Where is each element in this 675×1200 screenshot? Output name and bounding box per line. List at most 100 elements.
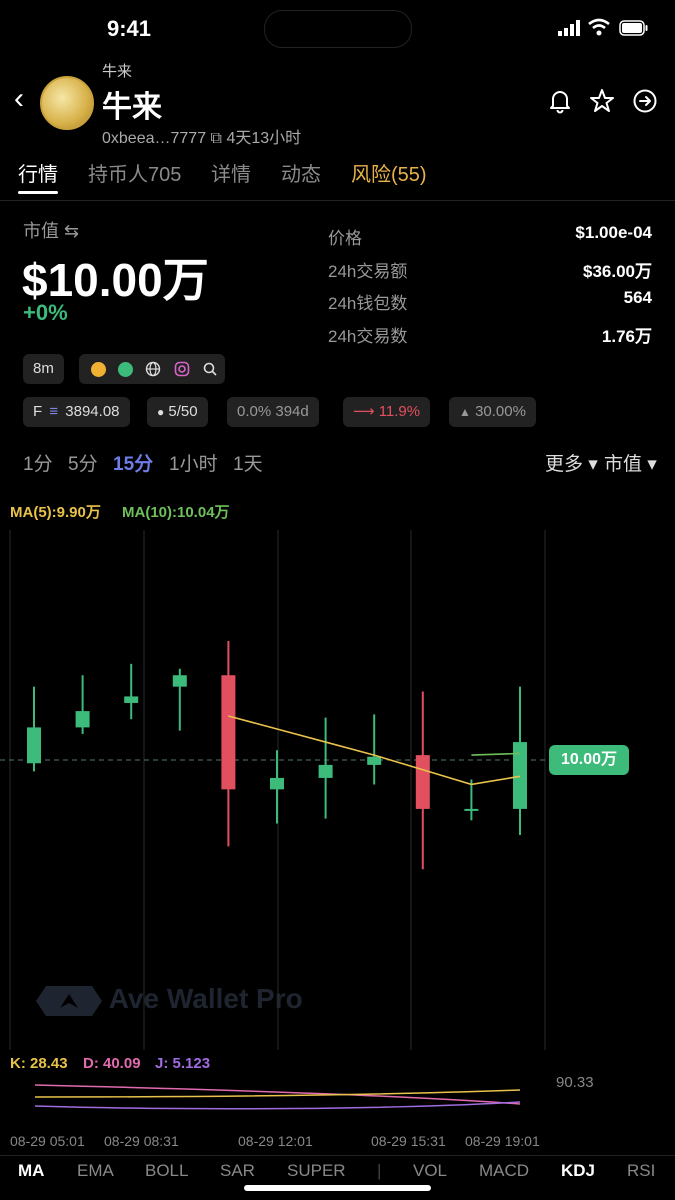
- stat-wallets-label: 24h钱包数: [328, 294, 408, 313]
- time-tick: 08-29 12:01: [238, 1133, 313, 1149]
- candle-body: [270, 777, 284, 790]
- holders-chip: ● 5/50: [147, 397, 208, 427]
- candle-body: [221, 675, 236, 790]
- token-avatar: [40, 76, 94, 130]
- ma5-label: MA(5):9.90万: [10, 504, 101, 521]
- timeframe-1h[interactable]: 1小时: [169, 449, 218, 476]
- indicator-sar[interactable]: SAR: [220, 1161, 255, 1181]
- stat-volume-label: 24h交易额: [328, 262, 408, 281]
- candle: [464, 779, 479, 821]
- indicator-boll[interactable]: BOLL: [145, 1161, 188, 1181]
- f-score-chip: F ≡ 3894.08: [23, 397, 130, 427]
- candle: [270, 750, 284, 824]
- bell-icon[interactable]: [547, 88, 573, 114]
- current-value-tag: 10.00万: [549, 745, 629, 775]
- holders-value: 5/50: [168, 403, 198, 420]
- globe-icon[interactable]: [145, 361, 161, 377]
- top-holders-value: 30.00%: [475, 403, 526, 420]
- kdj-j-label: J: 5.123: [155, 1055, 211, 1072]
- candle-body: [27, 727, 41, 764]
- metric-dropdown[interactable]: 市值 ▾: [604, 449, 657, 476]
- kdj-k-label: K: 28.43: [10, 1055, 68, 1072]
- kdj-k-line: [34, 1089, 521, 1098]
- trend-chip: ⟶ 11.9%: [343, 397, 431, 427]
- kdj-scale-label: 90.33: [556, 1074, 594, 1091]
- trend-value: 11.9%: [378, 403, 421, 420]
- days-value: 394d: [275, 403, 309, 420]
- stat-price-value: $1.00e-04: [575, 223, 652, 242]
- time-tick: 08-29 15:31: [371, 1133, 446, 1149]
- tab-holders[interactable]: 持币人705: [88, 158, 181, 187]
- indicator-super[interactable]: SUPER: [287, 1161, 346, 1181]
- time-tick: 08-29 05:01: [10, 1133, 85, 1149]
- kdj-d-label: D: 40.09: [83, 1055, 141, 1072]
- chain-icon[interactable]: [118, 361, 134, 377]
- candle-body: [513, 742, 527, 809]
- token-subtitle: 牛来: [102, 63, 133, 80]
- kdj-d-line: [34, 1084, 521, 1105]
- indicator-separator: |: [377, 1161, 382, 1180]
- indicator-vol[interactable]: VOL: [413, 1161, 447, 1181]
- timeframe-15m[interactable]: 15分: [113, 449, 153, 476]
- copy-icon[interactable]: ⧉: [211, 130, 222, 147]
- dynamic-island: [264, 10, 412, 48]
- candle-body: [124, 696, 139, 703]
- candle-body: [415, 755, 430, 809]
- top-holders-chip: ▲ 30.00%: [449, 397, 536, 427]
- age-chip: 8m: [23, 354, 64, 384]
- stat-price-label: 价格: [328, 229, 362, 248]
- mcap-change: +0%: [23, 300, 68, 325]
- instagram-icon[interactable]: [174, 361, 190, 377]
- dot-icon: ●: [157, 405, 165, 419]
- tab-bar: 行情 持币人705 详情 动态 风险(55): [0, 156, 675, 201]
- token-logo-icon[interactable]: [91, 361, 106, 377]
- candle: [513, 686, 527, 835]
- indicator-kdj[interactable]: KDJ: [561, 1161, 595, 1181]
- indicator-ema[interactable]: EMA: [77, 1161, 114, 1181]
- star-icon[interactable]: [589, 88, 615, 114]
- token-name: 牛来: [102, 91, 162, 124]
- mcap-label[interactable]: 市值 ⇆: [23, 217, 79, 243]
- trend-arrow-icon: ⟶: [353, 403, 375, 420]
- social-links: [79, 354, 225, 384]
- home-indicator: [244, 1185, 431, 1191]
- candle-body: [75, 711, 90, 728]
- mcap-label-text: 市值: [23, 221, 59, 241]
- stat-trades-label: 24h交易数: [328, 327, 408, 346]
- kdj-j-line: [34, 1101, 521, 1110]
- candle-body: [367, 756, 382, 765]
- battery-icon: [619, 20, 648, 36]
- token-address: 0xbeea…7777: [102, 130, 207, 147]
- active-tab-indicator: [18, 191, 58, 194]
- candlestick-chart[interactable]: [0, 530, 675, 1050]
- tab-market[interactable]: 行情: [18, 158, 58, 187]
- share-icon[interactable]: [632, 88, 658, 114]
- swap-icon[interactable]: ⇆: [64, 221, 79, 241]
- indicator-rsi[interactable]: RSI: [627, 1161, 655, 1181]
- tax-chip: 0.0% 394d: [227, 397, 319, 427]
- token-address-row[interactable]: 0xbeea…7777 ⧉ 4天13小时: [102, 124, 301, 148]
- tab-activity[interactable]: 动态: [281, 158, 321, 187]
- ma10-line: [471, 752, 521, 756]
- candle-body: [464, 808, 479, 811]
- timeframe-1d[interactable]: 1天: [233, 449, 263, 476]
- stat-wallets-value: 564: [623, 288, 652, 307]
- search-icon[interactable]: [202, 361, 218, 377]
- back-button[interactable]: ‹: [14, 84, 24, 114]
- f-value: 3894.08: [65, 403, 120, 420]
- more-dropdown[interactable]: 更多 ▾: [545, 449, 598, 476]
- candle: [75, 675, 90, 734]
- token-age: 4天13小时: [226, 130, 302, 147]
- candle: [318, 717, 333, 819]
- candle: [221, 641, 236, 847]
- f-label: F: [33, 403, 43, 420]
- timeframe-1m[interactable]: 1分: [23, 449, 53, 476]
- indicator-ma[interactable]: MA: [18, 1161, 44, 1181]
- time-tick: 08-29 08:31: [104, 1133, 179, 1149]
- candle: [124, 663, 139, 720]
- tab-details[interactable]: 详情: [211, 158, 251, 187]
- indicator-macd[interactable]: MACD: [479, 1161, 529, 1181]
- status-time: 9:41: [107, 16, 152, 41]
- tab-risk[interactable]: 风险(55): [351, 158, 427, 187]
- timeframe-5m[interactable]: 5分: [68, 449, 98, 476]
